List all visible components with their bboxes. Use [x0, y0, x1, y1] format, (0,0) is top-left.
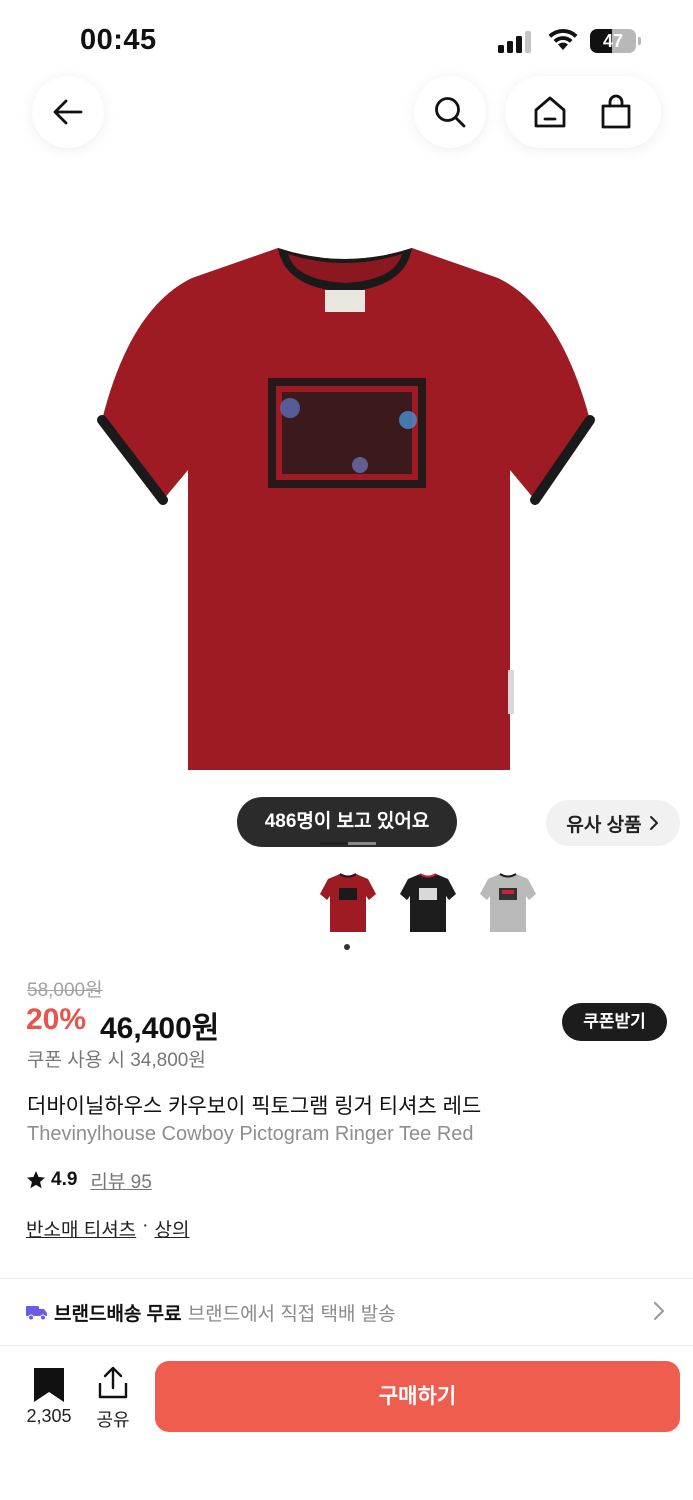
search-icon — [435, 97, 466, 128]
bookmark-icon — [34, 1368, 64, 1402]
delivery-truck-icon — [26, 1306, 47, 1321]
similar-products-label: 유사 상품 — [566, 814, 642, 836]
cellular-signal-icon — [498, 31, 531, 53]
rating-row: 4.9 리뷰 95 — [26, 1166, 152, 1194]
home-icon[interactable] — [532, 94, 568, 130]
shipping-subtitle: 브랜드에서 직접 택배 발송 — [187, 1303, 396, 1325]
home-cart-group — [505, 76, 661, 148]
share-button[interactable]: 공유 — [90, 1366, 136, 1432]
divider — [0, 1345, 693, 1346]
viewers-indicator — [320, 842, 376, 845]
category-short-sleeve-link[interactable]: 반소매 티셔츠 — [26, 1215, 136, 1242]
thumbnail-black[interactable] — [398, 870, 458, 934]
save-button[interactable]: 2,305 — [18, 1366, 80, 1432]
get-coupon-button[interactable]: 쿠폰받기 — [562, 1003, 667, 1041]
status-bar: 00:45 47 — [0, 0, 693, 80]
product-image[interactable] — [90, 230, 600, 790]
search-button[interactable] — [414, 76, 486, 148]
rating-score: 4.9 — [51, 1169, 78, 1190]
battery-indicator: 47 — [590, 29, 642, 53]
original-price: 58,000원 — [27, 980, 103, 1001]
sale-price: 46,400원 — [100, 1012, 220, 1045]
save-count: 2,305 — [26, 1406, 72, 1426]
product-title-korean: 더바이닐하우스 카우보이 픽토그램 링거 티셔츠 레드 — [27, 1095, 482, 1118]
category-separator: · — [142, 1215, 149, 1236]
chevron-right-icon — [649, 816, 658, 830]
discount-rate: 20% — [26, 1003, 87, 1036]
thumbnail-red[interactable] — [318, 870, 378, 934]
share-label: 공유 — [96, 1410, 130, 1430]
status-time: 00:45 — [80, 24, 157, 56]
arrow-left-icon — [53, 99, 83, 125]
gallery-page-dot — [344, 944, 350, 950]
star-icon — [27, 1171, 45, 1189]
viewers-badge: 486명이 보고 있어요 — [237, 797, 457, 847]
coupon-price: 쿠폰 사용 시 34,800원 — [27, 1050, 206, 1071]
buy-button[interactable]: 구매하기 — [155, 1361, 680, 1432]
review-link[interactable]: 리뷰 95 — [90, 1167, 151, 1194]
wifi-icon — [548, 28, 578, 50]
shopping-bag-icon[interactable] — [598, 94, 634, 130]
similar-products-button[interactable]: 유사 상품 — [546, 800, 680, 846]
back-button[interactable] — [32, 76, 104, 148]
share-icon — [98, 1366, 128, 1399]
category-breadcrumb: 반소매 티셔츠 · 상의 — [26, 1215, 189, 1242]
shipping-title: 브랜드배송 무료 — [54, 1303, 182, 1325]
chevron-right-icon — [654, 1302, 664, 1320]
thumbnail-gray[interactable] — [478, 870, 538, 934]
category-top-link[interactable]: 상의 — [155, 1215, 190, 1242]
product-title-english: Thevinylhouse Cowboy Pictogram Ringer Te… — [27, 1123, 474, 1145]
battery-percent: 47 — [602, 31, 624, 51]
shipping-info-row[interactable]: 브랜드배송 무료 브랜드에서 직접 택배 발송 — [0, 1279, 693, 1345]
